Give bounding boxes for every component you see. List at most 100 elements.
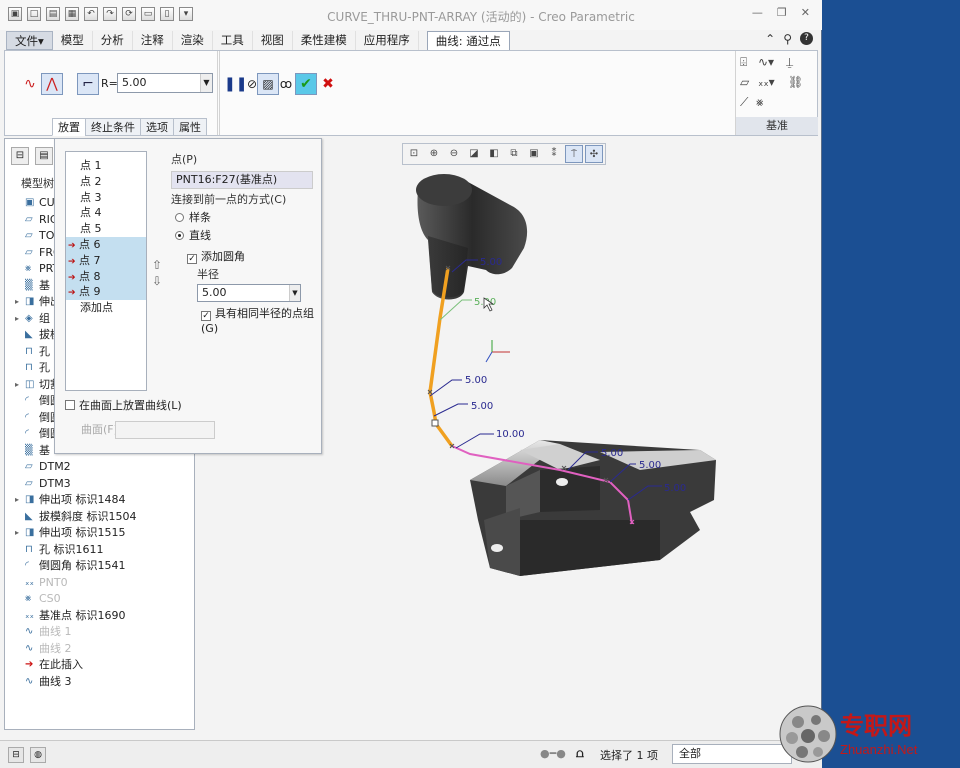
help-icon[interactable]: ? xyxy=(800,32,813,45)
datum-csys-icon[interactable]: ⨳ xyxy=(756,95,763,110)
draft-icon: ◣ xyxy=(25,510,33,522)
datum-axis-icon[interactable]: ⟋ xyxy=(740,95,748,110)
browser-toggle-icon[interactable]: ◍ xyxy=(30,747,46,763)
search-icon[interactable]: ⚲ xyxy=(783,32,792,46)
tab-options[interactable]: 选项 xyxy=(140,118,174,136)
tree-item[interactable]: ▸ ◨ 伸出项 标识1484 xyxy=(5,492,195,509)
move-up-icon[interactable]: ⇧ xyxy=(152,257,162,273)
tree-item[interactable]: ∿ 曲线 2 xyxy=(5,641,195,658)
point-list-item-label: 点 9 xyxy=(79,285,101,299)
close-icon[interactable]: ✕ xyxy=(801,6,810,19)
tab-curve-thru-points[interactable]: 曲线: 通过点 xyxy=(426,31,510,50)
place-on-surface-checkbox[interactable]: 在曲面上放置曲线(L) xyxy=(65,397,182,413)
tree-item-label: CS0 xyxy=(39,592,61,605)
minimize-ribbon-icon[interactable]: ⌃ xyxy=(765,32,775,46)
tab-model[interactable]: 模型 xyxy=(52,31,93,50)
tab-file[interactable]: 文件▾ xyxy=(6,31,53,50)
datum-plane-icon[interactable]: ▱ xyxy=(740,75,749,89)
point-list-item-label: 点 5 xyxy=(80,222,102,236)
minimize-icon[interactable]: — xyxy=(752,6,763,19)
tab-placement[interactable]: 放置 xyxy=(52,118,86,136)
point-list-item[interactable]: ➔ 点 9 xyxy=(66,284,146,301)
point-list-item[interactable]: ➔ 点 7 xyxy=(66,252,146,269)
restore-icon[interactable]: ❐ xyxy=(777,6,787,19)
model-tree-icon[interactable]: ⊟ xyxy=(11,147,29,165)
tab-analysis[interactable]: 分析 xyxy=(92,31,133,50)
tree-item[interactable]: ⨳ CS0 xyxy=(5,591,195,608)
fillet-icon[interactable]: ⌐ xyxy=(77,73,99,95)
window-controls: — ❐ ✕ xyxy=(752,6,810,19)
tree-item-label: 组 xyxy=(39,311,50,325)
dim-label-3[interactable]: 5.00 xyxy=(465,375,487,386)
point-list-item[interactable]: ➔ 点 8 xyxy=(66,268,146,285)
hole-icon: ⊓ xyxy=(25,543,33,555)
tab-flexible-modeling[interactable]: 柔性建模 xyxy=(292,31,356,50)
tab-end-condition[interactable]: 终止条件 xyxy=(85,118,141,136)
cancel-icon[interactable]: ✖ xyxy=(317,73,339,95)
plane-icon: ▱ xyxy=(25,246,33,258)
move-down-icon[interactable]: ⇩ xyxy=(152,273,162,289)
point-list-item[interactable]: 点 5 xyxy=(66,221,146,237)
graphics-window[interactable]: 5.00 5.00 5.00 5.00 10.00 5.00 5.00 5.00 xyxy=(196,138,820,734)
tree-item[interactable]: ∿ 曲线 3 xyxy=(5,674,195,691)
tree-item-label: 倒圆角 标识1541 xyxy=(39,559,126,572)
expand-icon[interactable]: ▸ xyxy=(15,311,19,328)
expand-icon[interactable]: ▸ xyxy=(15,294,19,311)
tree-item-label: 伸出项 标识1515 xyxy=(39,526,126,539)
coordinate-system xyxy=(485,340,510,363)
navigator-toggle-icon[interactable]: ⊟ xyxy=(8,747,24,763)
point-list-item[interactable]: ➔ 点 6 xyxy=(66,236,146,253)
point-list-item[interactable]: 点 1 xyxy=(66,158,146,174)
datum-link-icon[interactable]: ⛓ xyxy=(788,75,803,89)
dim-label-4[interactable]: 5.00 xyxy=(471,401,493,412)
chevron-down-icon[interactable]: ▼ xyxy=(200,74,212,92)
tree-item-label: 孔 标识1611 xyxy=(39,542,104,556)
tree-item[interactable]: ➔ 在此插入 xyxy=(5,657,195,674)
tree-item[interactable]: ▱ DTM2 xyxy=(5,459,195,476)
dim-icon: ▒ xyxy=(25,444,33,456)
line-icon[interactable]: ⋀ xyxy=(41,73,63,95)
spline-icon[interactable]: ∿ xyxy=(19,73,41,95)
tree-item[interactable]: ⊓ 孔 标识1611 xyxy=(5,542,195,559)
folder-icon[interactable]: ▤ xyxy=(35,147,53,165)
tree-item[interactable]: ◣ 拔模斜度 标识1504 xyxy=(5,509,195,526)
radius-input[interactable]: 5.00 ▼ xyxy=(117,73,213,93)
datum-plane-sketch-icon[interactable]: ⌹ xyxy=(740,55,747,70)
expand-icon[interactable]: ▸ xyxy=(15,377,19,394)
datum-point-icon[interactable]: ₓₓ▾ xyxy=(758,75,775,89)
dim-label-7[interactable]: 5.00 xyxy=(639,460,661,471)
tree-item[interactable]: ₓₓ PNT0 xyxy=(5,575,195,592)
tab-render[interactable]: 渲染 xyxy=(172,31,213,50)
find-icon[interactable]: ⩍ xyxy=(576,746,584,761)
point-list-item[interactable]: 点 4 xyxy=(66,205,146,221)
datum-cs-icon[interactable]: ⍊ xyxy=(786,55,793,70)
tab-properties[interactable]: 属性 xyxy=(173,118,207,136)
tree-item-label: TO xyxy=(39,229,55,242)
tree-item[interactable]: ∿ 曲线 1 xyxy=(5,624,195,641)
expand-icon[interactable]: ▸ xyxy=(15,525,19,542)
point-list-item[interactable]: 点 2 xyxy=(66,174,146,190)
dim-label-8[interactable]: 5.00 xyxy=(664,483,686,494)
tab-applications[interactable]: 应用程序 xyxy=(355,31,419,50)
tree-item[interactable]: ◜ 倒圆角 标识1541 xyxy=(5,558,195,575)
expand-icon[interactable]: ▸ xyxy=(15,492,19,509)
dim-label-5[interactable]: 10.00 xyxy=(496,429,525,440)
add-point-item[interactable]: 添加点 xyxy=(66,300,146,316)
datum-curve-icon[interactable]: ∿▾ xyxy=(758,55,774,69)
tree-item-label: 孔 xyxy=(39,344,50,358)
selection-filter[interactable]: 全部 xyxy=(672,744,792,764)
tab-view[interactable]: 视图 xyxy=(252,31,293,50)
extrude-icon: ◨ xyxy=(25,296,35,307)
tree-item[interactable]: ▸ ◨ 伸出项 标识1515 xyxy=(5,525,195,542)
ok-icon[interactable]: ✔ xyxy=(295,73,317,95)
tab-annotate[interactable]: 注释 xyxy=(132,31,173,50)
dim-label-6[interactable]: 5.00 xyxy=(601,448,623,459)
point-list-item[interactable]: 点 3 xyxy=(66,190,146,206)
datum-group-label: 基准 xyxy=(736,117,818,135)
tree-item[interactable]: ▱ DTM3 xyxy=(5,476,195,493)
dim-label-1[interactable]: 5.00 xyxy=(480,257,502,268)
glasses-icon[interactable]: ꝏ xyxy=(275,73,297,95)
tree-item[interactable]: ₓₓ 基准点 标识1690 xyxy=(5,608,195,625)
tab-tools[interactable]: 工具 xyxy=(212,31,253,50)
plane-icon: ▱ xyxy=(25,461,33,472)
